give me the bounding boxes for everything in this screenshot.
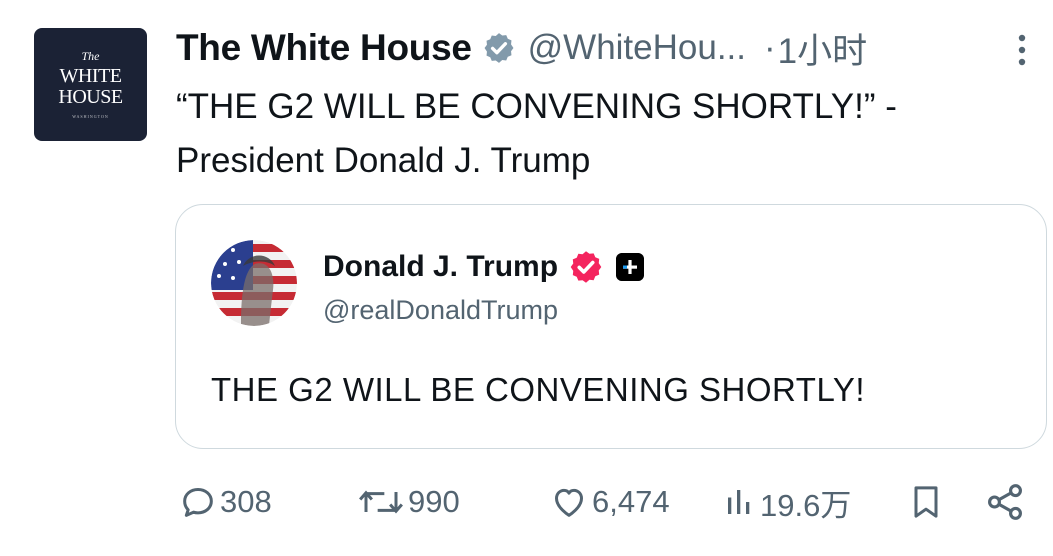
like-icon — [555, 488, 583, 517]
quoted-author-row: Donald J. Trump — [323, 249, 645, 285]
repost-count: 990 — [408, 484, 460, 519]
tweet-text: “THE G2 WILL BE CONVENING SHORTLY!” - Pr… — [176, 87, 897, 180]
tweet-header: The White House @WhiteHou... · 1小时 — [176, 26, 867, 71]
repost-button[interactable]: 990 — [356, 478, 460, 526]
avatar-text-house: HOUSE — [58, 86, 123, 108]
quoted-tweet-text: THE G2 WILL BE CONVENING SHORTLY! — [211, 371, 866, 408]
quoted-tweet[interactable]: Donald J. Trump @realDonaldTrump THE G2 … — [175, 204, 1047, 449]
reply-icon — [183, 488, 213, 517]
white-house-avatar[interactable]: The WHITE HOUSE WASHINGTON — [34, 28, 147, 141]
author-handle[interactable]: @WhiteHou... — [528, 28, 746, 68]
verified-gray-icon — [484, 33, 514, 63]
avatar-text-washington: WASHINGTON — [72, 114, 109, 119]
share-icon — [988, 484, 1022, 520]
share-button[interactable] — [984, 478, 1026, 526]
trump-avatar[interactable] — [211, 240, 297, 326]
separator-dot: · — [764, 28, 776, 67]
reply-count: 308 — [220, 484, 272, 519]
reply-button[interactable]: 308 — [178, 478, 272, 526]
quoted-author-name[interactable]: Donald J. Trump — [323, 250, 558, 284]
tweet-time[interactable]: 1小时 — [778, 23, 867, 74]
views-icon — [728, 490, 750, 514]
affiliate-icon — [616, 253, 645, 281]
views-count: 19.6万 — [760, 487, 852, 523]
views-button[interactable]: 19.6万 — [722, 478, 851, 526]
like-button[interactable]: 6,474 — [548, 478, 670, 526]
quoted-author-handle[interactable]: @realDonaldTrump — [323, 295, 558, 326]
author-name[interactable]: The White House — [176, 27, 472, 69]
avatar-text-white: WHITE — [59, 65, 122, 87]
action-bar: 308 990 6,474 19.6万 — [0, 478, 1053, 526]
bookmark-icon — [914, 486, 938, 518]
verified-pink-icon — [570, 251, 602, 283]
more-icon[interactable] — [1012, 30, 1032, 70]
avatar-text-the: The — [81, 49, 100, 63]
repost-icon — [359, 490, 403, 514]
bookmark-button[interactable] — [906, 478, 946, 526]
like-count: 6,474 — [592, 484, 670, 519]
